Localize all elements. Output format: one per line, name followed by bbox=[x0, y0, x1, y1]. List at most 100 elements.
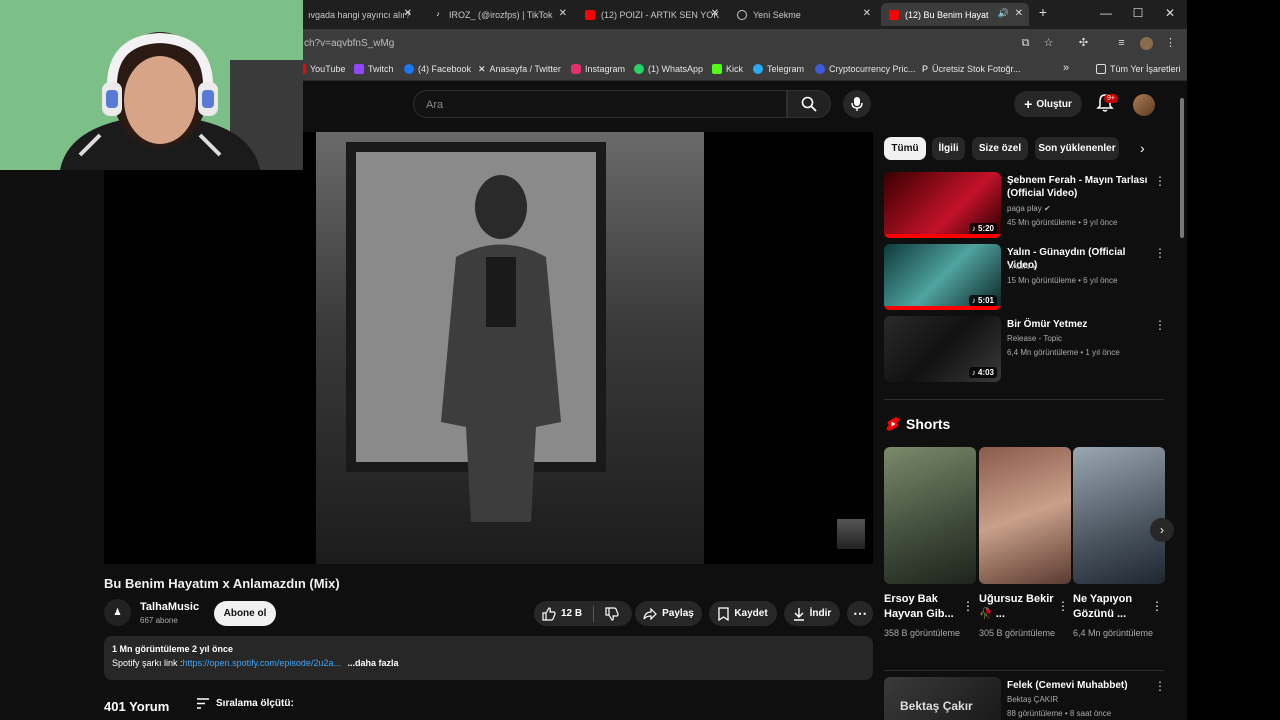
video-thumbnail[interactable]: Bektaş Çakır bbox=[884, 677, 1001, 720]
video-thumbnail[interactable]: ♪ 5:20 bbox=[884, 172, 1001, 238]
channel-avatar[interactable]: ♟ bbox=[104, 599, 131, 626]
bookmark-telegram[interactable]: Telegram bbox=[753, 64, 804, 74]
url-field[interactable]: ch?v=aqvbfnS_wMg bbox=[304, 38, 394, 49]
x-twitter-icon: ✕ bbox=[478, 64, 486, 74]
recommendation-item[interactable]: ♪ 5:20 Şebnem Ferah - Mayın Tarlası (Off… bbox=[884, 172, 1174, 238]
video-frame bbox=[316, 132, 704, 564]
search-input[interactable]: Ara bbox=[413, 90, 787, 118]
download-icon bbox=[793, 607, 804, 621]
channel-watermark[interactable] bbox=[837, 519, 865, 549]
cast-icon[interactable]: ⧉ bbox=[1019, 37, 1032, 50]
more-options-icon[interactable]: ⋮ bbox=[1151, 599, 1163, 613]
recommendation-channel: YALIN ✔ bbox=[1007, 262, 1039, 271]
share-button[interactable]: Paylaş bbox=[635, 601, 702, 626]
video-player[interactable] bbox=[104, 132, 873, 564]
recommendation-channel: Release - Topic bbox=[1007, 334, 1062, 343]
subscribe-button[interactable]: Abone ol bbox=[214, 601, 276, 626]
tab-close-icon[interactable]: ✕ bbox=[559, 8, 567, 19]
more-options-icon[interactable]: ⋮ bbox=[1057, 599, 1069, 613]
like-button[interactable]: 12 B bbox=[542, 606, 582, 621]
video-person-figure bbox=[441, 175, 561, 522]
extensions-icon[interactable]: ✣ bbox=[1077, 37, 1090, 50]
bookmark-twitch[interactable]: Twitch bbox=[354, 64, 394, 74]
thumbs-up-icon bbox=[542, 606, 556, 621]
maximize-button[interactable]: ☐ bbox=[1128, 6, 1148, 20]
tab-close-icon[interactable]: ✕ bbox=[404, 8, 412, 19]
tab-title: IROZ_ (@irozfps) | TikTok bbox=[449, 9, 553, 20]
shorts-next-button[interactable]: › bbox=[1150, 518, 1174, 542]
bookmark-star-icon[interactable]: ☆ bbox=[1042, 37, 1055, 50]
more-options-icon[interactable]: ⋮ bbox=[962, 599, 974, 613]
speaker-icon[interactable]: 🔊 bbox=[998, 8, 1009, 19]
comments-count: 401 Yorum bbox=[104, 699, 170, 714]
short-thumbnail[interactable] bbox=[884, 447, 976, 584]
more-options-icon[interactable]: ⋮ bbox=[1154, 679, 1166, 693]
tab-close-icon[interactable]: ✕ bbox=[863, 8, 871, 19]
short-item[interactable]: Uğursuz Bekir 🥀 ... 305 B görüntüleme ⋮ bbox=[979, 447, 1071, 640]
minimize-button[interactable]: — bbox=[1096, 6, 1116, 20]
chevron-right-icon[interactable]: › bbox=[1140, 140, 1145, 156]
bookmark-facebook[interactable]: (4) Facebook bbox=[404, 64, 471, 74]
sort-label: Sıralama ölçütü: bbox=[216, 698, 294, 709]
sort-comments-button[interactable]: Sıralama ölçütü: bbox=[196, 698, 294, 709]
recommendation-item[interactable]: ♪ 4:03 Bir Ömür Yetmez Release - Topic 6… bbox=[884, 316, 1174, 382]
recommendation-title: Bir Ömür Yetmez bbox=[1007, 319, 1088, 330]
description-text: Spotify şarkı link :https://open.spotify… bbox=[112, 658, 865, 668]
bookmark-stock-photos[interactable]: P Ücretsiz Stok Fotoğr... bbox=[922, 64, 1021, 74]
search-button[interactable] bbox=[787, 90, 831, 118]
like-dislike-group: 12 B bbox=[534, 601, 632, 626]
media-control-icon[interactable]: ≡ bbox=[1115, 37, 1128, 50]
bookmarks-overflow-button[interactable]: » bbox=[1063, 62, 1069, 74]
tab-2[interactable]: ♪ IROZ_ (@irozfps) | TikTok ✕ bbox=[425, 3, 573, 26]
show-more-link[interactable]: ...daha fazla bbox=[347, 658, 398, 668]
tab-1[interactable]: ıvgada hangi yayıncı alır? ✕ bbox=[300, 3, 418, 26]
save-button[interactable]: Kaydet bbox=[709, 601, 777, 626]
chip-related[interactable]: İlgili bbox=[932, 137, 965, 160]
video-thumbnail[interactable]: ♪ 4:03 bbox=[884, 316, 1001, 382]
account-avatar[interactable] bbox=[1133, 94, 1155, 116]
create-button[interactable]: + Oluştur bbox=[1014, 91, 1082, 117]
recommendation-item[interactable]: ♪ 5:01 Yalın - Günaydın (Official Video)… bbox=[884, 244, 1174, 310]
more-options-icon[interactable]: ⋮ bbox=[1154, 246, 1166, 260]
download-button[interactable]: İndir bbox=[784, 601, 840, 626]
dislike-button[interactable] bbox=[605, 606, 619, 621]
chip-all[interactable]: Tümü bbox=[884, 137, 926, 160]
bookmark-crypto[interactable]: Cryptocurrency Pric... bbox=[815, 64, 916, 74]
tab-close-icon[interactable]: ✕ bbox=[1015, 8, 1023, 19]
bookmark-twitter[interactable]: ✕ Anasayfa / Twitter bbox=[478, 64, 561, 74]
recommendation-meta: 15 Mn görüntüleme • 6 yıl önce bbox=[1007, 276, 1118, 285]
short-thumbnail[interactable] bbox=[1073, 447, 1165, 584]
more-options-icon[interactable]: ⋮ bbox=[1154, 174, 1166, 188]
all-bookmarks-folder[interactable]: Tüm Yer İşaretleri bbox=[1096, 64, 1181, 74]
profile-avatar[interactable] bbox=[1140, 37, 1153, 50]
more-actions-button[interactable]: ⋯ bbox=[847, 601, 873, 626]
video-thumbnail[interactable]: ♪ 5:01 bbox=[884, 244, 1001, 310]
bookmark-youtube[interactable]: YouTube bbox=[300, 64, 345, 74]
bookmark-kick[interactable]: Kick bbox=[712, 64, 743, 74]
page-scrollbar[interactable] bbox=[1179, 88, 1185, 718]
new-tab-button[interactable]: + bbox=[1033, 4, 1053, 20]
bookmark-whatsapp[interactable]: (1) WhatsApp bbox=[634, 64, 703, 74]
short-item[interactable]: Ne Yapıyon Gözünü ... 6,4 Mn görüntüleme… bbox=[1073, 447, 1165, 640]
short-item[interactable]: Ersoy Bak Hayvan Gib... 358 B görüntülem… bbox=[884, 447, 976, 640]
more-options-icon[interactable]: ⋮ bbox=[1154, 318, 1166, 332]
folder-icon bbox=[1096, 64, 1106, 74]
tab-3[interactable]: (12) POIZI - ARTIK SEN YOK ✕ bbox=[577, 3, 725, 26]
watch-progress-bar bbox=[884, 234, 1001, 238]
close-window-button[interactable]: ✕ bbox=[1160, 6, 1180, 20]
tab-title: (12) Bu Benim Hayatım bbox=[905, 9, 989, 20]
tab-close-icon[interactable]: ✕ bbox=[711, 8, 719, 19]
chip-for-you[interactable]: Size özel bbox=[972, 137, 1028, 160]
chip-recent[interactable]: Son yüklenenler bbox=[1035, 137, 1119, 160]
spotify-link[interactable]: https://open.spotify.com/episode/2u2a... bbox=[183, 658, 341, 668]
recommendation-item[interactable]: Bektaş Çakır Felek (Cemevi Muhabbet) Bek… bbox=[884, 677, 1174, 720]
short-thumbnail[interactable] bbox=[979, 447, 1071, 584]
tab-5-active[interactable]: (12) Bu Benim Hayatım 🔊 ✕ bbox=[881, 3, 1029, 26]
channel-name[interactable]: TalhaMusic bbox=[140, 601, 199, 613]
tab-4[interactable]: Yeni Sekme ✕ bbox=[729, 3, 877, 26]
description-box[interactable]: 1 Mn görüntüleme 2 yıl önce Spotify şark… bbox=[104, 636, 873, 680]
menu-kebab-icon[interactable]: ⋮ bbox=[1164, 37, 1177, 50]
voice-search-button[interactable] bbox=[843, 90, 871, 118]
scrollbar-thumb[interactable] bbox=[1180, 98, 1184, 238]
bookmark-instagram[interactable]: Instagram bbox=[571, 64, 625, 74]
